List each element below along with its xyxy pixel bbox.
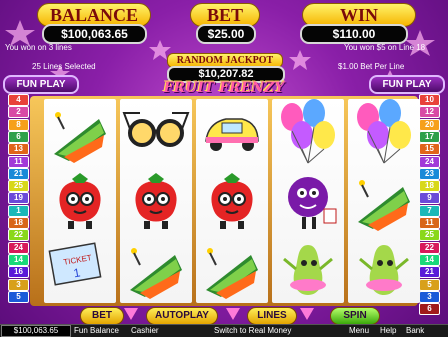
line-number[interactable]: 19 — [8, 192, 29, 205]
switch-real-money-link[interactable]: Switch to Real Money — [214, 325, 291, 336]
win-value: $110.00 — [300, 24, 408, 44]
balloons-symbol — [272, 99, 344, 167]
reel: TICKET 1 — [44, 99, 116, 303]
line-number[interactable]: 24 — [419, 155, 440, 168]
pear-symbol — [348, 235, 420, 303]
line-number[interactable]: 2 — [8, 106, 29, 119]
line-number[interactable]: 3 — [8, 278, 29, 291]
help-link[interactable]: Help — [380, 325, 396, 336]
lines-up-arrow-icon[interactable] — [300, 308, 314, 320]
line-number[interactable]: 21 — [8, 167, 29, 180]
game-title: FRUIT FRENZY — [163, 80, 285, 96]
line-number[interactable]: 18 — [419, 180, 440, 193]
line-number[interactable]: 24 — [8, 241, 29, 254]
fun-balance-link[interactable]: Fun Balance — [74, 325, 119, 336]
line-number[interactable]: 10 — [419, 94, 440, 106]
line-number[interactable]: 17 — [419, 130, 440, 143]
fun-play-left: FUN PLAY — [3, 75, 79, 94]
bet-per-line-message: $1.00 Bet Per Line — [338, 62, 405, 71]
line-number[interactable]: 22 — [8, 229, 29, 242]
line-number[interactable]: 11 — [8, 155, 29, 168]
glasses-symbol — [120, 99, 192, 167]
line-number[interactable]: 11 — [419, 217, 440, 229]
line-number[interactable]: 4 — [8, 94, 29, 106]
cashier-link[interactable]: Cashier — [131, 325, 159, 336]
line-number[interactable]: 7 — [419, 204, 440, 217]
won-line-message: You won $5 on Line 18 — [344, 43, 426, 52]
pear-symbol — [272, 235, 344, 303]
watermelon-symbol — [348, 167, 420, 235]
reel — [196, 99, 268, 303]
line-number[interactable]: 13 — [8, 143, 29, 156]
lines-selected-message: 25 Lines Selected — [32, 62, 96, 71]
watermelon-symbol — [44, 99, 116, 167]
reel — [120, 99, 192, 303]
bus-ticket-symbol: TICKET 1 — [44, 235, 116, 303]
line-number[interactable]: 14 — [8, 253, 29, 266]
line-number[interactable]: 5 — [8, 290, 29, 303]
bet-value: $25.00 — [196, 24, 256, 44]
watermelon-symbol — [196, 235, 268, 303]
lines-down-arrow-icon[interactable] — [226, 308, 240, 320]
spin-button[interactable]: SPIN — [330, 307, 380, 325]
reel — [272, 99, 344, 303]
line-number[interactable]: 21 — [419, 266, 440, 279]
menu-link[interactable]: Menu — [349, 325, 369, 336]
line-number[interactable]: 16 — [8, 266, 29, 279]
bank-link[interactable]: Bank — [406, 325, 424, 336]
line-number[interactable]: 5 — [419, 278, 440, 291]
lines-button[interactable]: LINES — [247, 307, 297, 325]
line-number[interactable]: 12 — [419, 106, 440, 119]
line-number[interactable]: 8 — [8, 118, 29, 131]
watermelon-symbol — [120, 235, 192, 303]
plum-symbol — [272, 167, 344, 235]
line-number[interactable]: 18 — [8, 217, 29, 229]
line-number[interactable]: 23 — [419, 167, 440, 180]
bet-button[interactable]: BET — [80, 307, 124, 325]
strawberry-symbol — [120, 167, 192, 235]
line-number[interactable]: 20 — [419, 118, 440, 131]
line-number[interactable]: 25 — [8, 180, 29, 193]
line-number[interactable]: 1 — [8, 204, 29, 217]
reel — [348, 99, 420, 303]
line-number[interactable]: 22 — [419, 241, 440, 254]
balloons-symbol — [348, 99, 420, 167]
autoplay-button[interactable]: AUTOPLAY — [146, 307, 218, 325]
line-number[interactable]: 25 — [419, 229, 440, 242]
car-symbol — [196, 99, 268, 167]
line-number[interactable]: 14 — [419, 253, 440, 266]
balance-value: $100,063.65 — [42, 24, 147, 44]
strawberry-symbol — [196, 167, 268, 235]
line-number[interactable]: 3 — [419, 290, 440, 303]
line-number[interactable]: 6 — [8, 130, 29, 143]
status-balance-value: $100,063.65 — [1, 325, 71, 337]
line-number[interactable]: 15 — [419, 143, 440, 156]
bet-down-arrow-icon[interactable] — [124, 308, 138, 320]
strawberry-symbol — [44, 167, 116, 235]
won-lines-message: You won on 3 lines — [5, 43, 72, 52]
line-number[interactable]: 6 — [419, 303, 440, 316]
fun-play-right: FUN PLAY — [369, 75, 445, 94]
line-number[interactable]: 9 — [419, 192, 440, 205]
